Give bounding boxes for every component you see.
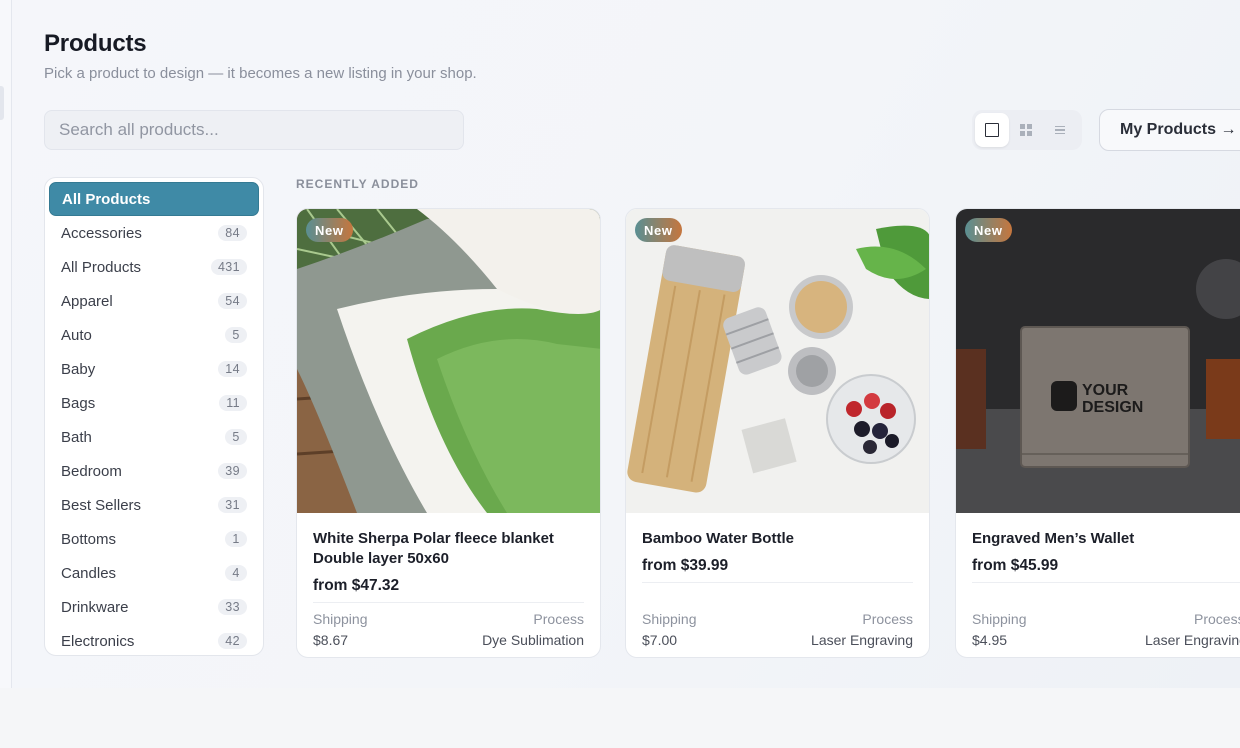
sidebar-item-count: 1 [225,531,247,547]
sidebar-item-label: Auto [61,326,92,344]
sidebar-item-label: Best Sellers [61,496,142,514]
new-badge: New [635,218,682,242]
list-view-button[interactable] [1043,113,1077,147]
list-icon [1055,125,1065,135]
sidebar-item-label: Drinkware [61,598,129,616]
process-value: Dye Sublimation [482,632,584,648]
product-title: Engraved Men’s Wallet [972,530,1135,547]
square-icon [985,123,999,137]
product-card[interactable]: YOUR DESIGN New Engraved Men’s Wallet fr… [955,208,1240,658]
sidebar-item-electronics[interactable]: Electronics 42 [49,624,259,655]
sidebar-item-count: 42 [218,633,247,649]
product-card[interactable]: New White Sherpa Polar fleece blanket Do… [296,208,601,658]
page-title: Products [44,30,147,57]
sidebar-item-bath[interactable]: Bath 5 [49,420,259,454]
sidebar-item-count: 31 [218,497,247,513]
sidebar-item-label: All Products [62,190,151,208]
sidebar-item-count: 5 [225,429,247,445]
sidebar-item-count: 33 [218,599,247,615]
sidebar-item-label: Apparel [61,292,113,310]
page-subtitle: Pick a product to design — it becomes a … [44,65,477,82]
sidebar-item-baby[interactable]: Baby 14 [49,352,259,386]
sidebar-item-count: 14 [218,361,247,377]
bottle-photo-icon [626,209,929,513]
wallet-engraving-your: YOUR [1082,382,1129,399]
sidebar-item-label: Bath [61,428,92,446]
sidebar-item-label: Accessories [61,224,142,242]
product-card[interactable]: New Bamboo Water Bottle from $39.99 Ship… [625,208,930,658]
rail-handle[interactable] [0,86,4,120]
sidebar-item-bags[interactable]: Bags 11 [49,386,259,420]
sidebar-item-best-sellers[interactable]: Best Sellers 31 [49,488,259,522]
sidebar-item-count: 5 [225,327,247,343]
product-image: New [626,209,929,513]
category-sidebar: All Products Accessories 84 All Products… [44,177,264,656]
process-value: Laser Engraving [811,632,913,648]
process-label: Process [862,611,913,627]
product-price: from $47.32 [313,577,400,594]
sidebar-item-apparel[interactable]: Apparel 54 [49,284,259,318]
sidebar-item-label: Baby [61,360,96,378]
sidebar-item-count: 4 [225,565,247,581]
sidebar-item-bottoms[interactable]: Bottoms 1 [49,522,259,556]
process-label: Process [533,611,584,627]
my-products-button[interactable]: My Products → [1099,109,1240,151]
grid-view-button[interactable] [1009,113,1043,147]
left-rail [0,0,12,688]
product-image: New [297,209,600,513]
sidebar-item-all-products-2[interactable]: All Products 431 [49,250,259,284]
sidebar-item-label: Electronics [61,632,135,650]
product-title: Bamboo Water Bottle [642,530,794,547]
shipping-label: Shipping [972,611,1027,627]
sidebar-item-bedroom[interactable]: Bedroom 39 [49,454,259,488]
sidebar-item-accessories[interactable]: Accessories 84 [49,216,259,250]
blanket-photo-icon [297,209,600,513]
page-footer-space [0,688,1240,748]
grid-icon [1020,124,1032,136]
wallet-photo-icon: YOUR DESIGN [956,209,1240,513]
sidebar-item-label: Bottoms [61,530,117,548]
wallet-engraving-design: DESIGN [1082,399,1143,416]
search-input[interactable] [44,110,464,150]
sidebar-item-label: All Products [61,258,142,276]
card-divider [313,602,584,603]
sidebar-item-count: 39 [218,463,247,479]
shipping-value: $7.00 [642,632,678,648]
sidebar-item-label: Bedroom [61,462,122,480]
sidebar-item-label: Candles [61,564,117,582]
product-image: YOUR DESIGN New [956,209,1240,513]
sidebar-item-auto[interactable]: Auto 5 [49,318,259,352]
product-price: from $39.99 [642,557,729,574]
view-toggle [972,110,1082,150]
sidebar-item-count: 54 [218,293,247,309]
shipping-value: $4.95 [972,632,1008,648]
shipping-label: Shipping [313,611,368,627]
sidebar-item-count: 84 [218,225,247,241]
app-window: Products Pick a product to design — it b… [0,0,1240,688]
card-divider [642,582,913,583]
product-price: from $45.99 [972,557,1059,574]
shipping-value: $8.67 [313,632,349,648]
section-heading: RECENTLY ADDED [296,177,419,191]
shipping-label: Shipping [642,611,697,627]
sidebar-item-candles[interactable]: Candles 4 [49,556,259,590]
single-view-button[interactable] [975,113,1009,147]
process-value: Laser Engraving [1145,632,1240,648]
new-badge: New [306,218,353,242]
sidebar-item-all-products[interactable]: All Products [49,182,259,216]
sidebar-item-count: 11 [219,395,247,411]
new-badge: New [965,218,1012,242]
process-label: Process [1194,611,1240,627]
card-divider [972,582,1240,583]
sidebar-item-count: 431 [210,259,247,275]
product-title: White Sherpa Polar fleece blanket Double… [313,530,554,567]
sidebar-item-drinkware[interactable]: Drinkware 33 [49,590,259,624]
sidebar-item-label: Bags [61,394,96,412]
